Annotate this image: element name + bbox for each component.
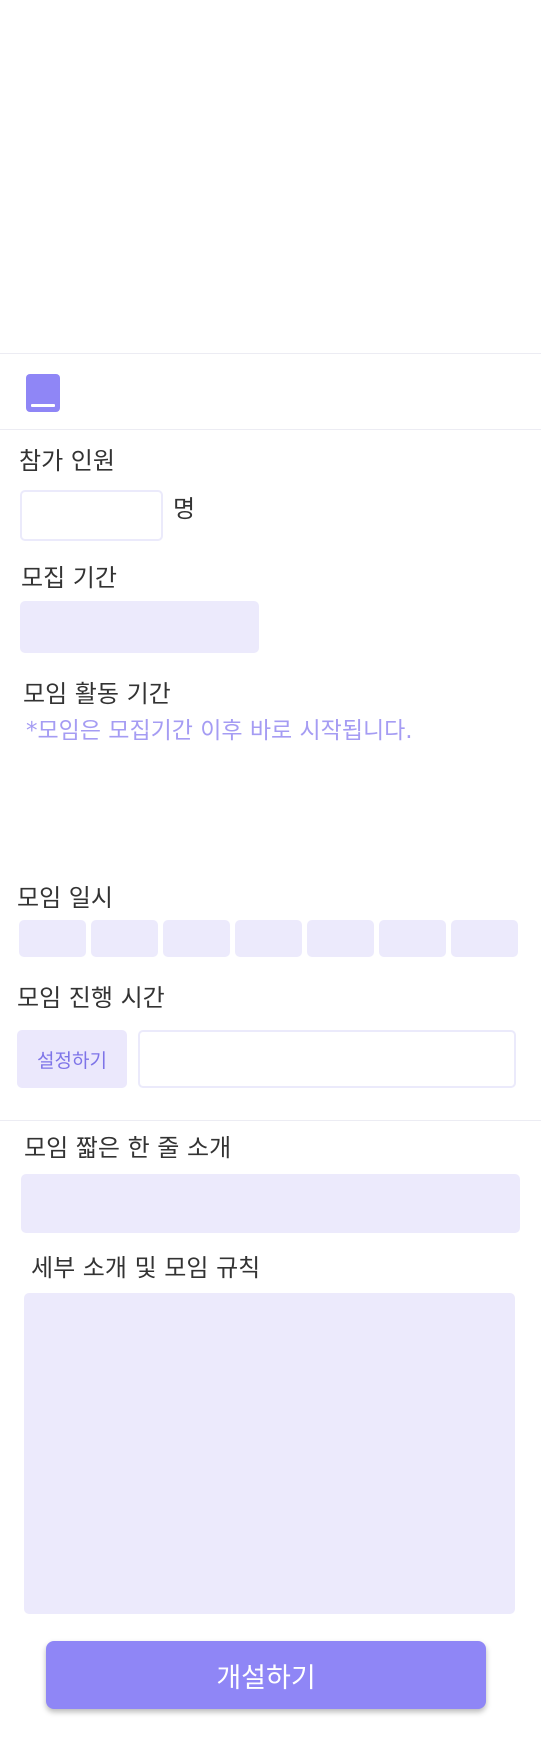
details-textarea[interactable] [24,1293,515,1614]
activity-period-note: *모임은 모집기간 이후 바로 시작됩니다. [26,718,413,744]
meeting-time-label: 모임 진행 시간 [17,984,165,1012]
top-divider [0,353,541,354]
short-intro-label: 모임 짧은 한 줄 소개 [24,1134,232,1162]
recruit-period-picker[interactable] [20,601,259,653]
short-intro-input[interactable] [21,1174,520,1233]
day-option[interactable] [379,920,446,957]
participants-unit: 명 [173,495,196,523]
day-option[interactable] [19,920,86,957]
day-option[interactable] [451,920,518,957]
recruit-period-label: 모집 기간 [21,564,117,592]
participants-label: 참가 인원 [19,447,115,475]
day-option[interactable] [307,920,374,957]
book-icon[interactable] [26,374,60,412]
meeting-days-label: 모임 일시 [17,884,113,912]
details-label: 세부 소개 및 모임 규칙 [31,1254,261,1282]
header-divider [0,429,541,430]
day-option[interactable] [235,920,302,957]
day-option[interactable] [163,920,230,957]
activity-period-label: 모임 활동 기간 [23,680,171,708]
set-time-button[interactable]: 설정하기 [17,1030,127,1088]
participants-input[interactable] [20,490,163,541]
day-option[interactable] [91,920,158,957]
meeting-time-display[interactable] [138,1030,516,1088]
section-divider [0,1120,541,1121]
create-meeting-button[interactable]: 개설하기 [46,1641,486,1709]
